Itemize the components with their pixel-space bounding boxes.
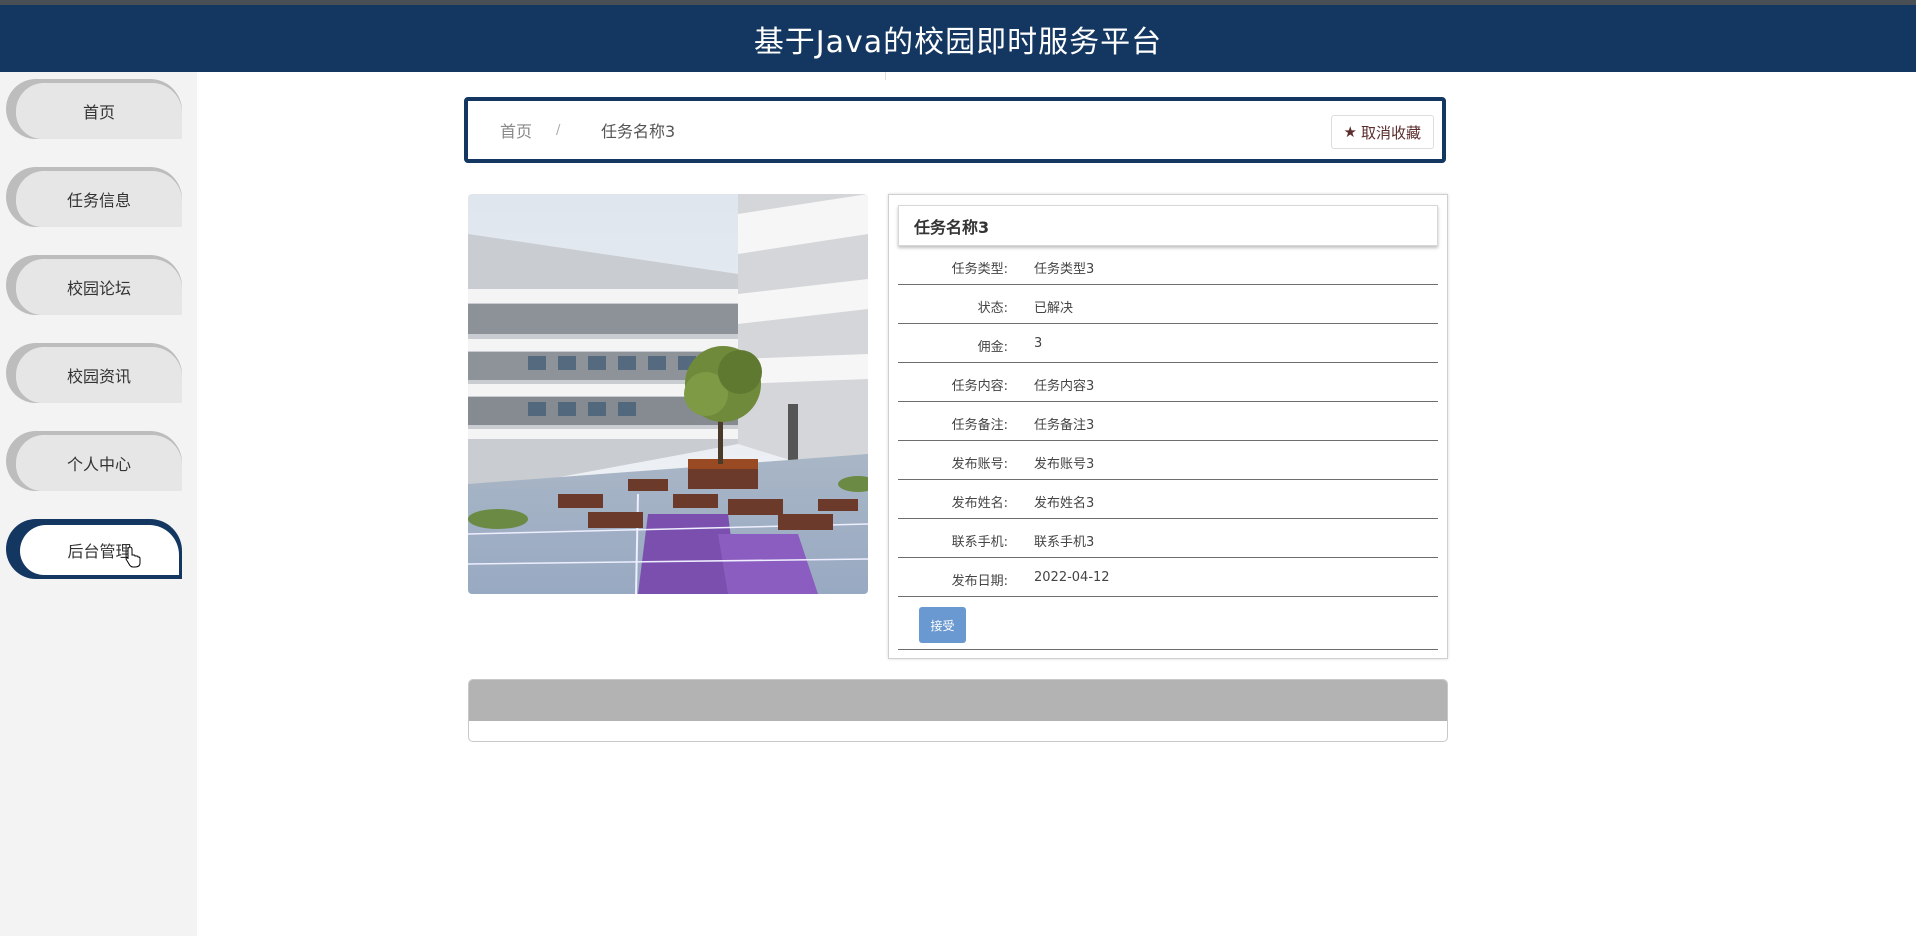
field-value: 发布账号3 — [1034, 457, 1095, 472]
field-label: 任务类型: — [951, 262, 1008, 277]
detail-row-publish-date: 发布日期: 2022-04-12 — [898, 558, 1438, 597]
field-label: 佣金: — [977, 340, 1008, 355]
campus-courtyard-photo — [468, 194, 868, 594]
sidebar-item-profile[interactable]: 个人中心 — [6, 431, 182, 491]
sidebar: 首页 任务信息 校园论坛 校园资讯 个人中心 后台管理 — [0, 72, 197, 936]
sidebar-item-forum[interactable]: 校园论坛 — [6, 255, 182, 315]
detail-actions: 接受 — [898, 600, 1438, 650]
field-value: 2022-04-12 — [1034, 570, 1110, 585]
field-label: 状态: — [977, 301, 1008, 316]
comment-header-bar — [469, 680, 1447, 721]
hand-cursor-icon — [125, 546, 141, 568]
sidebar-item-label: 校园论坛 — [16, 259, 182, 315]
star-icon: ★ — [1343, 123, 1357, 141]
detail-row-publisher-name: 发布姓名: 发布姓名3 — [898, 480, 1438, 519]
site-header: 基于Java的校园即时服务平台 — [0, 5, 1916, 72]
breadcrumb-home-link[interactable]: 首页 — [500, 118, 532, 142]
sidebar-item-tasks[interactable]: 任务信息 — [6, 167, 182, 227]
field-value: 任务类型3 — [1034, 262, 1095, 277]
sidebar-item-home[interactable]: 首页 — [6, 79, 182, 139]
detail-row-status: 状态: 已解决 — [898, 285, 1438, 324]
sidebar-item-admin[interactable]: 后台管理 — [6, 519, 182, 579]
field-label: 联系手机: — [951, 535, 1008, 550]
sidebar-item-label: 首页 — [16, 83, 182, 139]
detail-row-task-type: 任务类型: 任务类型3 — [898, 246, 1438, 285]
divider — [885, 72, 886, 80]
sidebar-item-label: 后台管理 — [20, 525, 179, 575]
sidebar-item-label: 任务信息 — [16, 171, 182, 227]
detail-row-publisher-account: 发布账号: 发布账号3 — [898, 441, 1438, 480]
breadcrumb-current: 任务名称3 — [601, 122, 676, 141]
field-value: 任务备注3 — [1034, 418, 1095, 433]
field-label: 发布账号: — [951, 457, 1008, 472]
detail-row-phone: 联系手机: 联系手机3 — [898, 519, 1438, 558]
breadcrumb-separator: / — [556, 122, 561, 138]
detail-row-commission: 佣金: 3 — [898, 324, 1438, 363]
detail-row-remark: 任务备注: 任务备注3 — [898, 402, 1438, 441]
accept-button[interactable]: 接受 — [919, 607, 966, 643]
task-image — [468, 194, 868, 594]
field-value: 任务内容3 — [1034, 379, 1095, 394]
field-label: 发布姓名: — [951, 496, 1008, 511]
cancel-favorite-label: 取消收藏 — [1360, 123, 1421, 142]
field-value: 已解决 — [1034, 301, 1074, 316]
comment-section — [468, 679, 1448, 742]
field-value: 联系手机3 — [1034, 535, 1095, 550]
cancel-favorite-button[interactable]: ★ 取消收藏 — [1330, 115, 1434, 149]
sidebar-item-label: 个人中心 — [16, 435, 182, 491]
sidebar-item-news[interactable]: 校园资讯 — [6, 343, 182, 403]
field-label: 任务备注: — [951, 418, 1008, 433]
field-value: 发布姓名3 — [1034, 496, 1095, 511]
task-title: 任务名称3 — [898, 205, 1438, 246]
detail-row-content: 任务内容: 任务内容3 — [898, 363, 1438, 402]
field-value: 3 — [1034, 336, 1043, 351]
field-label: 任务内容: — [951, 379, 1008, 394]
task-detail-panel: 任务名称3 任务类型: 任务类型3 状态: 已解决 佣金: 3 任务内容: 任务… — [888, 194, 1448, 659]
site-title: 基于Java的校园即时服务平台 — [753, 24, 1163, 60]
field-label: 发布日期: — [951, 574, 1008, 589]
breadcrumb: 首页 / 任务名称3 ★ 取消收藏 — [464, 97, 1446, 163]
sidebar-item-label: 校园资讯 — [16, 347, 182, 403]
